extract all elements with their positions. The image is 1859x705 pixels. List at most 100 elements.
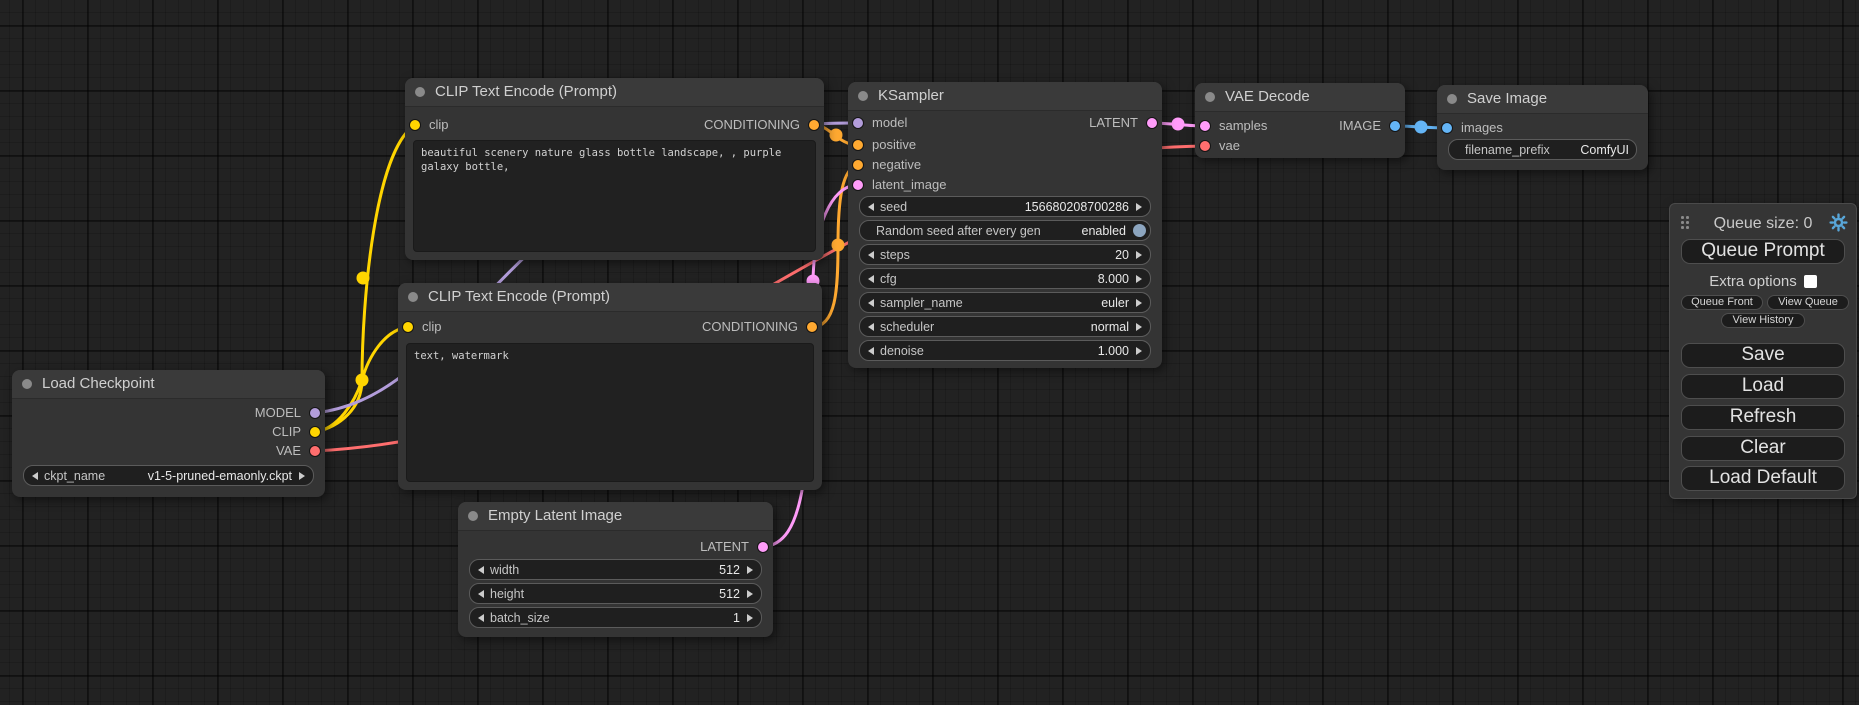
stepper-right-icon[interactable] — [1136, 203, 1142, 211]
output-slot-clip: CLIP — [272, 422, 325, 442]
stepper-right-icon[interactable] — [1136, 347, 1142, 355]
widget-cfg[interactable]: cfg 8.000 — [859, 268, 1151, 289]
node-title-bar[interactable]: CLIP Text Encode (Prompt) — [405, 78, 824, 107]
output-slot-model: MODEL — [255, 403, 325, 423]
stepper-left-icon[interactable] — [478, 614, 484, 622]
load-default-button[interactable]: Load Default — [1681, 466, 1845, 491]
node-title-bar[interactable]: KSampler — [848, 82, 1162, 111]
stepper-right-icon[interactable] — [747, 566, 753, 574]
node-empty-latent-image[interactable]: Empty Latent Image LATENT width 512 heig… — [458, 502, 773, 637]
extra-options-checkbox[interactable] — [1804, 275, 1817, 288]
stepper-right-icon[interactable] — [1136, 323, 1142, 331]
widget-seed[interactable]: seed 156680208700286 — [859, 196, 1151, 217]
widget-height[interactable]: height 512 — [469, 583, 762, 604]
stepper-left-icon[interactable] — [868, 251, 874, 259]
clear-button[interactable]: Clear — [1681, 436, 1845, 461]
node-title-bar[interactable]: Empty Latent Image — [458, 502, 773, 531]
collapse-dot-icon[interactable] — [415, 87, 425, 97]
stepper-left-icon[interactable] — [478, 566, 484, 574]
stepper-right-icon[interactable] — [747, 590, 753, 598]
collapse-dot-icon[interactable] — [858, 91, 868, 101]
view-queue-button[interactable]: View Queue — [1767, 295, 1849, 310]
input-port-clip[interactable] — [403, 322, 413, 332]
stepper-left-icon[interactable] — [478, 590, 484, 598]
input-port-latent-image[interactable] — [853, 180, 863, 190]
output-port-latent[interactable] — [758, 542, 768, 552]
node-clip-text-encode-negative[interactable]: CLIP Text Encode (Prompt) clip CONDITION… — [398, 283, 822, 490]
prompt-textarea[interactable]: text, watermark — [406, 343, 814, 482]
load-button[interactable]: Load — [1681, 374, 1845, 399]
output-port-model[interactable] — [310, 408, 320, 418]
node-vae-decode[interactable]: VAE Decode samples vae IMAGE — [1195, 83, 1405, 158]
output-port-latent[interactable] — [1147, 118, 1157, 128]
save-button[interactable]: Save — [1681, 343, 1845, 368]
widget-sampler-name[interactable]: sampler_name euler — [859, 292, 1151, 313]
output-port-vae[interactable] — [310, 446, 320, 456]
node-load-checkpoint[interactable]: Load Checkpoint MODEL CLIP VAE ckpt_name… — [12, 370, 325, 497]
output-port-conditioning[interactable] — [807, 322, 817, 332]
node-title-bar[interactable]: Load Checkpoint — [12, 370, 325, 399]
node-title-bar[interactable]: VAE Decode — [1195, 83, 1405, 112]
stepper-right-icon[interactable] — [1136, 275, 1142, 283]
slot-label: CLIP — [272, 424, 301, 439]
slot-label: negative — [872, 157, 921, 172]
collapse-dot-icon[interactable] — [22, 379, 32, 389]
input-port-images[interactable] — [1442, 123, 1452, 133]
node-title-bar[interactable]: CLIP Text Encode (Prompt) — [398, 283, 822, 312]
output-port-image[interactable] — [1390, 121, 1400, 131]
input-port-clip[interactable] — [410, 120, 420, 130]
refresh-button[interactable]: Refresh — [1681, 405, 1845, 430]
stepper-right-icon[interactable] — [1136, 299, 1142, 307]
node-save-image[interactable]: Save Image images filename_prefix ComfyU… — [1437, 85, 1648, 170]
stepper-left-icon[interactable] — [868, 275, 874, 283]
input-port-positive[interactable] — [853, 140, 863, 150]
queue-front-button[interactable]: Queue Front — [1681, 295, 1763, 310]
widget-ckpt-name[interactable]: ckpt_name v1-5-pruned-emaonly.ckpt — [23, 465, 314, 486]
widget-label: cfg — [880, 272, 897, 286]
node-ksampler[interactable]: KSampler model positive negative latent_… — [848, 82, 1162, 368]
input-port-vae[interactable] — [1200, 141, 1210, 151]
collapse-dot-icon[interactable] — [1205, 92, 1215, 102]
stepper-left-icon[interactable] — [868, 203, 874, 211]
stepper-right-icon[interactable] — [747, 614, 753, 622]
output-slot-image: IMAGE — [1339, 116, 1405, 136]
widget-batch-size[interactable]: batch_size 1 — [469, 607, 762, 628]
queue-prompt-button[interactable]: Queue Prompt — [1681, 239, 1845, 264]
widget-label: height — [490, 587, 524, 601]
input-slot-latent-image: latent_image — [848, 175, 946, 195]
collapse-dot-icon[interactable] — [1447, 94, 1457, 104]
collapse-dot-icon[interactable] — [408, 292, 418, 302]
link-dot — [1415, 121, 1428, 134]
toggle-enabled-icon[interactable] — [1133, 224, 1146, 237]
input-port-samples[interactable] — [1200, 121, 1210, 131]
view-history-button[interactable]: View History — [1721, 313, 1805, 328]
prompt-textarea[interactable]: beautiful scenery nature glass bottle la… — [413, 140, 816, 252]
node-title-bar[interactable]: Save Image — [1437, 85, 1648, 114]
widget-denoise[interactable]: denoise 1.000 — [859, 340, 1151, 361]
slot-label: VAE — [276, 443, 301, 458]
stepper-left-icon[interactable] — [868, 323, 874, 331]
stepper-right-icon[interactable] — [299, 472, 305, 480]
widget-steps[interactable]: steps 20 — [859, 244, 1151, 265]
settings-gear-icon[interactable] — [1829, 213, 1848, 232]
graph-canvas[interactable]: CLIP Text Encode (Prompt) clip CONDITION… — [0, 0, 1859, 705]
widget-filename-prefix[interactable]: filename_prefix ComfyUI — [1448, 139, 1637, 160]
widget-random-seed[interactable]: Random seed after every gen enabled — [859, 220, 1151, 241]
input-port-negative[interactable] — [853, 160, 863, 170]
slot-label: latent_image — [872, 177, 946, 192]
output-port-clip[interactable] — [310, 427, 320, 437]
link-dot — [1172, 118, 1185, 131]
stepper-left-icon[interactable] — [868, 299, 874, 307]
node-clip-text-encode-positive[interactable]: CLIP Text Encode (Prompt) clip CONDITION… — [405, 78, 824, 260]
input-port-model[interactable] — [853, 118, 863, 128]
widget-label: sampler_name — [880, 296, 963, 310]
stepper-right-icon[interactable] — [1136, 251, 1142, 259]
collapse-dot-icon[interactable] — [468, 511, 478, 521]
widget-scheduler[interactable]: scheduler normal — [859, 316, 1151, 337]
widget-label: denoise — [880, 344, 924, 358]
input-slot-negative: negative — [848, 155, 921, 175]
stepper-left-icon[interactable] — [32, 472, 38, 480]
output-port-conditioning[interactable] — [809, 120, 819, 130]
widget-width[interactable]: width 512 — [469, 559, 762, 580]
stepper-left-icon[interactable] — [868, 347, 874, 355]
